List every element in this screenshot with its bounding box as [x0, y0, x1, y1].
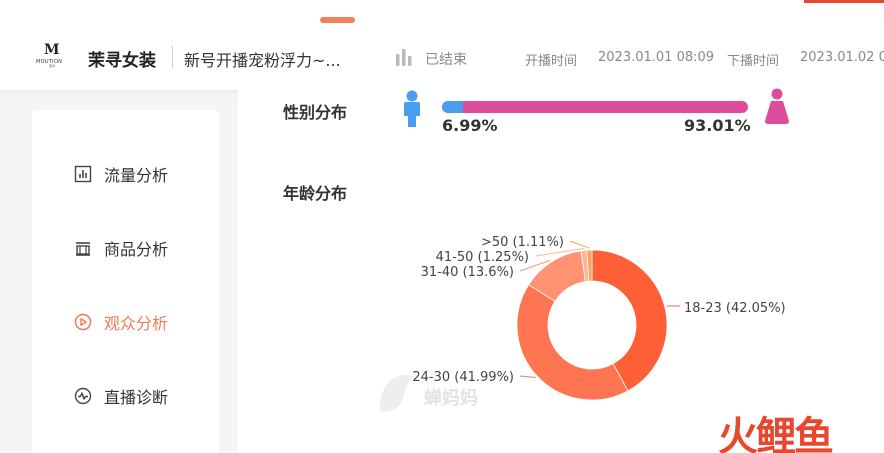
- bar-chart-icon: [72, 163, 94, 185]
- logo-mark: M: [44, 42, 60, 58]
- corner-logo: 火鲤鱼: [718, 404, 834, 453]
- start-time: 2023.01.01 08:09: [598, 50, 715, 65]
- end-time: 2023.01.02 0: [800, 50, 884, 65]
- sidebar: 流量分析 商品分析 观众分析 直播诊断: [32, 110, 219, 453]
- gender-bar-male: [442, 101, 464, 113]
- corner-accent: [804, 0, 884, 3]
- sidebar-item-traffic[interactable]: 流量分析: [72, 162, 168, 186]
- donut-label: 24-30 (41.99%): [412, 370, 514, 385]
- start-time-label: 开播时间: [525, 54, 578, 69]
- status-bars-icon: [396, 49, 412, 66]
- female-percent: 93.01%: [684, 116, 751, 135]
- age-title: 年龄分布: [283, 184, 348, 203]
- goods-icon: [72, 237, 94, 259]
- pulse-icon: [72, 385, 94, 407]
- donut-label: 18-23 (42.05%): [684, 301, 786, 316]
- end-time-label: 下播时间: [727, 54, 780, 69]
- sidebar-item-label: 流量分析: [104, 166, 169, 185]
- logo-cn-text: 茉寻: [49, 64, 56, 68]
- female-icon: [765, 88, 789, 124]
- play-circle-icon: [72, 311, 94, 333]
- live-title: 新号开播宠粉浮力~...: [184, 51, 341, 70]
- divider: [172, 46, 173, 68]
- tab-indicator: [320, 17, 355, 23]
- live-status: 已结束: [425, 52, 467, 68]
- header: M MOUTION 茉寻 茉寻女装 新号开播宠粉浮力~... 已结束 开播时间 …: [0, 0, 884, 90]
- gender-bar: [442, 101, 748, 113]
- sidebar-item-label: 直播诊断: [104, 388, 169, 407]
- sidebar-item-diagnosis[interactable]: 直播诊断: [72, 384, 168, 408]
- watermark-icon: [380, 374, 413, 412]
- shop-name: 茉寻女装: [88, 51, 156, 71]
- gender-title: 性别分布: [283, 103, 348, 122]
- sidebar-item-goods[interactable]: 商品分析: [72, 236, 168, 260]
- shop-logo: M MOUTION 茉寻: [36, 42, 68, 68]
- male-percent: 6.99%: [442, 116, 498, 135]
- watermark-text: 蝉妈妈: [424, 388, 478, 409]
- donut-leader-line: [569, 240, 590, 249]
- donut-label: 31-40 (13.6%): [421, 265, 514, 280]
- donut-label: >50 (1.11%): [481, 235, 564, 250]
- corner-logo-text: 火鲤鱼: [718, 414, 834, 453]
- donut-label: 41-50 (1.25%): [436, 250, 529, 265]
- sidebar-item-label: 商品分析: [104, 240, 169, 259]
- sidebar-item-label: 观众分析: [104, 314, 169, 333]
- donut-slice-24-30[interactable]: [516, 284, 629, 401]
- sidebar-item-audience[interactable]: 观众分析: [72, 310, 168, 334]
- male-icon: [404, 90, 420, 127]
- donut-leader-line: [519, 375, 536, 379]
